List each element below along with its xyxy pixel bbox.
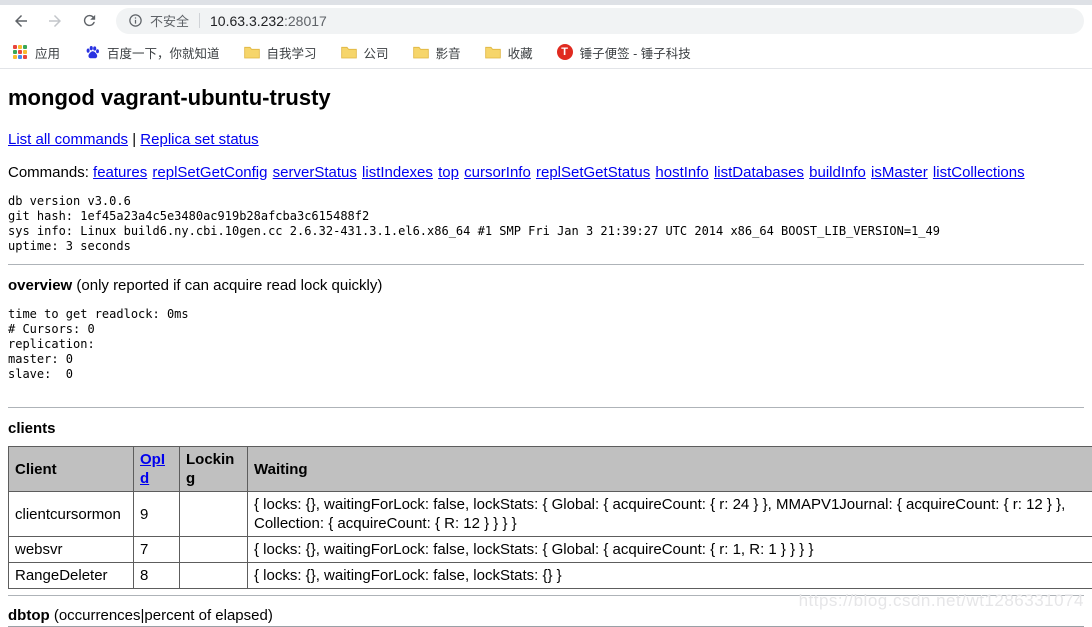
cell-waiting: { locks: {}, waitingForLock: false, lock…	[248, 563, 1092, 589]
url-port[interactable]: :28017	[284, 13, 327, 29]
table-row: websvr 7 { locks: {}, waitingForLock: fa…	[9, 537, 1092, 563]
bookmark-apps[interactable]: 应用	[12, 43, 60, 62]
bookmark-label: 自我学习	[267, 43, 317, 62]
clients-table: Client OpId Locking Waiting clientcursor…	[8, 446, 1092, 589]
cell-opid: 7	[134, 537, 180, 563]
bookmark-folder-study[interactable]: 自我学习	[244, 43, 317, 62]
section-divider	[8, 407, 1084, 408]
folder-icon	[341, 44, 357, 60]
overview-stats-block: time to get readlock: 0ms # Cursors: 0 r…	[8, 307, 1084, 382]
command-link-buildinfo[interactable]: buildInfo	[809, 164, 866, 181]
overview-subtitle: (only reported if can acquire read lock …	[72, 277, 382, 294]
section-divider	[8, 264, 1084, 265]
bookmark-label: 百度一下，你就知道	[107, 43, 220, 62]
cell-client: clientcursormon	[9, 492, 134, 537]
folder-icon	[485, 44, 501, 60]
overview-heading: overview (only reported if can acquire r…	[8, 277, 1084, 294]
cell-locking	[180, 492, 248, 537]
refresh-icon	[81, 12, 98, 29]
cell-waiting: { locks: {}, waitingForLock: false, lock…	[248, 492, 1092, 537]
cell-client: websvr	[9, 537, 134, 563]
opid-link[interactable]: OpId	[140, 451, 165, 487]
dbtop-title: dbtop	[8, 607, 50, 624]
command-link-listcollections[interactable]: listCollections	[933, 164, 1025, 181]
command-link-cursorinfo[interactable]: cursorInfo	[464, 164, 531, 181]
build-info-block: db version v3.0.6 git hash: 1ef45a23a4c5…	[8, 194, 1084, 254]
command-link-top[interactable]: top	[438, 164, 459, 181]
cell-waiting: { locks: {}, waitingForLock: false, lock…	[248, 537, 1092, 563]
back-arrow-icon	[12, 12, 30, 30]
browser-chrome: 不安全 10.63.3.232:28017 应用 百度一下，你就知道	[0, 0, 1092, 69]
address-bar[interactable]: 不安全 10.63.3.232:28017	[116, 8, 1084, 34]
commands-line: Commands: features replSetGetConfig serv…	[8, 164, 1084, 181]
cell-client: RangeDeleter	[9, 563, 134, 589]
bookmark-label: 应用	[35, 43, 60, 62]
forward-arrow-icon	[46, 12, 64, 30]
bookmark-label: 公司	[364, 43, 389, 62]
command-link-listindexes[interactable]: listIndexes	[362, 164, 433, 181]
bookmark-baidu[interactable]: 百度一下，你就知道	[84, 43, 220, 62]
security-label[interactable]: 不安全	[150, 11, 189, 30]
table-row: clientcursormon 9 { locks: {}, waitingFo…	[9, 492, 1092, 537]
command-link-ismaster[interactable]: isMaster	[871, 164, 928, 181]
cell-opid: 8	[134, 563, 180, 589]
cell-opid: 9	[134, 492, 180, 537]
forward-button[interactable]	[42, 8, 68, 34]
baidu-icon	[84, 44, 100, 60]
page-content: mongod vagrant-ubuntu-trusty List all co…	[0, 85, 1092, 627]
bookmarks-bar: 应用 百度一下，你就知道 自我学习 公司 影音	[0, 36, 1092, 69]
commands-label: Commands:	[8, 164, 89, 181]
clients-header-row: Client OpId Locking Waiting	[9, 447, 1092, 492]
col-opid: OpId	[134, 447, 180, 492]
apps-grid-icon	[12, 44, 28, 60]
overview-title: overview	[8, 277, 72, 294]
browser-toolbar: 不安全 10.63.3.232:28017	[0, 5, 1092, 36]
cell-locking	[180, 537, 248, 563]
dbtop-subtitle: (occurrences|percent of elapsed)	[50, 607, 273, 624]
command-link-serverstatus[interactable]: serverStatus	[273, 164, 357, 181]
replica-set-status-link[interactable]: Replica set status	[140, 131, 258, 148]
command-link-features[interactable]: features	[93, 164, 147, 181]
folder-icon	[244, 44, 260, 60]
bookmark-folder-favorites[interactable]: 收藏	[485, 43, 533, 62]
bookmark-folder-media[interactable]: 影音	[413, 43, 461, 62]
col-locking: Locking	[180, 447, 248, 492]
page-title: mongod vagrant-ubuntu-trusty	[8, 85, 1084, 111]
dbtop-heading: dbtop (occurrences|percent of elapsed)	[8, 607, 1084, 624]
col-waiting: Waiting	[248, 447, 1092, 492]
bookmark-label: 锤子便签 - 锤子科技	[580, 43, 691, 62]
refresh-button[interactable]	[76, 8, 102, 34]
command-link-hostinfo[interactable]: hostInfo	[655, 164, 708, 181]
bookmark-label: 影音	[436, 43, 461, 62]
col-client: Client	[9, 447, 134, 492]
section-divider	[8, 595, 1084, 596]
folder-icon	[413, 44, 429, 60]
back-button[interactable]	[8, 8, 34, 34]
info-icon[interactable]	[128, 13, 143, 28]
top-links-separator: |	[132, 131, 136, 148]
cell-locking	[180, 563, 248, 589]
bookmark-label: 收藏	[508, 43, 533, 62]
top-links: List all commands | Replica set status	[8, 131, 1084, 148]
smartisan-t-icon: T	[557, 44, 573, 60]
bookmark-folder-company[interactable]: 公司	[341, 43, 389, 62]
table-row: RangeDeleter 8 { locks: {}, waitingForLo…	[9, 563, 1092, 589]
list-all-commands-link[interactable]: List all commands	[8, 131, 128, 148]
bookmark-smartisan[interactable]: T 锤子便签 - 锤子科技	[557, 43, 691, 62]
url-host[interactable]: 10.63.3.232	[210, 13, 284, 29]
command-link-listdatabases[interactable]: listDatabases	[714, 164, 804, 181]
command-link-replsetgetconfig[interactable]: replSetGetConfig	[152, 164, 267, 181]
clients-title: clients	[8, 420, 1084, 437]
command-link-replsetgetstatus[interactable]: replSetGetStatus	[536, 164, 650, 181]
address-separator	[199, 13, 200, 28]
